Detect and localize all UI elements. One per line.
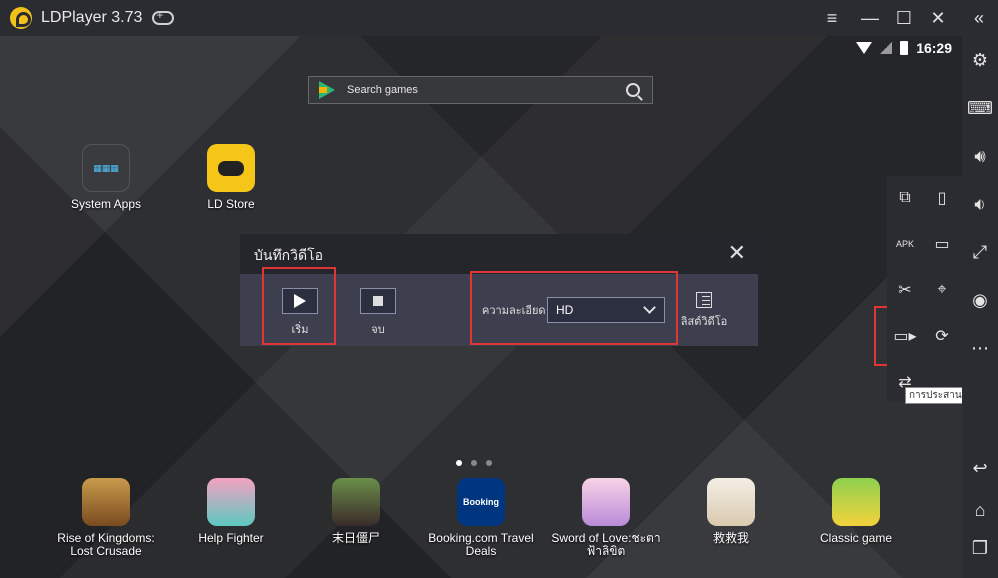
highlight-start-button xyxy=(262,267,336,345)
app-label: Classic game xyxy=(819,531,893,545)
window-title: LDPlayer 3.73 xyxy=(41,9,143,26)
apk-install-icon[interactable]: APK xyxy=(893,232,917,256)
sword-of-love-icon xyxy=(582,478,630,526)
app-label: LD Store xyxy=(207,197,255,211)
video-list-label: ลิสต์วิดีโอ xyxy=(680,316,728,328)
ldplayer-logo-icon xyxy=(10,7,32,29)
title-bar: LDPlayer 3.73 ≡ — ☐ ✕ « xyxy=(0,0,998,36)
app-label: Help Fighter xyxy=(198,531,264,545)
battery-icon xyxy=(900,41,909,55)
home-icon[interactable]: ⌂ xyxy=(968,498,992,522)
search-bar[interactable]: Search games xyxy=(308,76,653,104)
operation-record-icon[interactable]: ◉ xyxy=(968,288,992,312)
stop-icon xyxy=(373,296,383,306)
maximize-button[interactable]: ☐ xyxy=(891,5,917,31)
status-bar: 16:29 xyxy=(856,40,952,56)
app-zombie[interactable]: 末日僵尸 xyxy=(301,478,411,545)
app-classic-game[interactable]: Classic game xyxy=(801,478,911,545)
app-label: Booking.com Travel Deals xyxy=(428,531,534,558)
classic-game-icon xyxy=(832,478,880,526)
settings-gear-icon[interactable]: ⚙ xyxy=(968,48,992,72)
rise-of-kingdoms-icon xyxy=(82,478,130,526)
close-button[interactable]: ✕ xyxy=(925,5,951,31)
page-dot xyxy=(471,460,477,466)
booking-icon: Booking xyxy=(457,478,505,526)
collapse-sidebar-button[interactable]: « xyxy=(966,5,992,31)
multi-instance-icon[interactable]: ⧉ xyxy=(893,186,917,210)
scissors-icon[interactable]: ✂ xyxy=(893,278,917,302)
page-dot xyxy=(486,460,492,466)
fullscreen-icon[interactable]: ⤢ xyxy=(968,240,992,264)
minimize-button[interactable]: — xyxy=(857,5,883,31)
app-booking[interactable]: Booking Booking.com Travel Deals xyxy=(426,478,536,558)
more-icon[interactable]: ⋯ xyxy=(968,336,992,360)
help-fighter-icon xyxy=(207,478,255,526)
search-input[interactable]: Search games xyxy=(347,84,626,96)
rotate-screen-icon[interactable]: ⟳ xyxy=(930,324,954,348)
volume-down-icon[interactable]: 🔉︎ xyxy=(968,192,992,216)
zombie-game-icon xyxy=(332,478,380,526)
extended-toolbar: ⧉ ▯ APK ▭ ✂ ⌖ ▭▸ ⟳ ⇄ xyxy=(887,176,962,402)
app-rise-of-kingdoms[interactable]: Rise of Kingdoms: Lost Crusade xyxy=(51,478,161,558)
app-help-fighter[interactable]: Help Fighter xyxy=(176,478,286,545)
stop-label: จบ xyxy=(371,324,385,336)
page-indicator xyxy=(456,460,492,466)
dialog-close-icon[interactable]: ✕ xyxy=(728,240,746,266)
status-time: 16:29 xyxy=(916,40,952,56)
recent-apps-icon[interactable]: ❐ xyxy=(968,536,992,560)
ld-store-icon xyxy=(207,144,255,192)
keyboard-icon[interactable]: ⌨ xyxy=(967,96,993,120)
system-apps-icon: ▦▦▦ xyxy=(82,144,130,192)
stop-icon-box xyxy=(360,288,396,314)
video-record-icon[interactable]: ▭▸ xyxy=(893,324,917,348)
play-store-icon xyxy=(319,81,335,99)
save-me-icon xyxy=(707,478,755,526)
search-icon[interactable] xyxy=(626,83,640,97)
app-label: System Apps xyxy=(70,197,142,211)
wifi-icon xyxy=(856,42,873,54)
back-icon[interactable]: ↩ xyxy=(968,456,992,480)
app-save-me[interactable]: 救救我 xyxy=(676,478,786,545)
dialog-title: บันทึกวิดีโอ xyxy=(254,247,324,263)
app-label: 救救我 xyxy=(712,531,749,545)
app-label: Sword of Love:ชะตาฟ้าลิขิต xyxy=(551,531,661,558)
screen-share-icon[interactable]: ▭ xyxy=(930,232,954,256)
volume-up-icon[interactable]: 🔊︎ xyxy=(968,144,992,168)
highlight-resolution xyxy=(470,271,678,345)
right-sidebar: ⚙ ⌨ 🔊︎ 🔉︎ ⤢ ◉ ⋯ ↩ ⌂ ❐ xyxy=(962,36,998,578)
app-sword-of-love[interactable]: Sword of Love:ชะตาฟ้าลิขิต xyxy=(551,478,661,558)
location-icon[interactable]: ⌖ xyxy=(930,278,954,302)
app-ld-store[interactable]: LD Store xyxy=(176,144,286,211)
gamepad-icon[interactable] xyxy=(152,8,175,25)
shake-icon[interactable]: ▯ xyxy=(930,186,954,210)
app-system-apps[interactable]: ▦▦▦ System Apps xyxy=(51,144,161,211)
stop-record-button[interactable]: จบ xyxy=(360,288,396,338)
signal-icon xyxy=(880,42,893,54)
app-label: 末日僵尸 xyxy=(331,531,380,545)
page-dot xyxy=(456,460,462,466)
menu-button[interactable]: ≡ xyxy=(819,5,845,31)
video-list-button[interactable]: ลิสต์วิดีโอ xyxy=(680,292,728,330)
list-icon xyxy=(696,292,712,308)
app-label: Rise of Kingdoms: Lost Crusade xyxy=(57,531,155,558)
